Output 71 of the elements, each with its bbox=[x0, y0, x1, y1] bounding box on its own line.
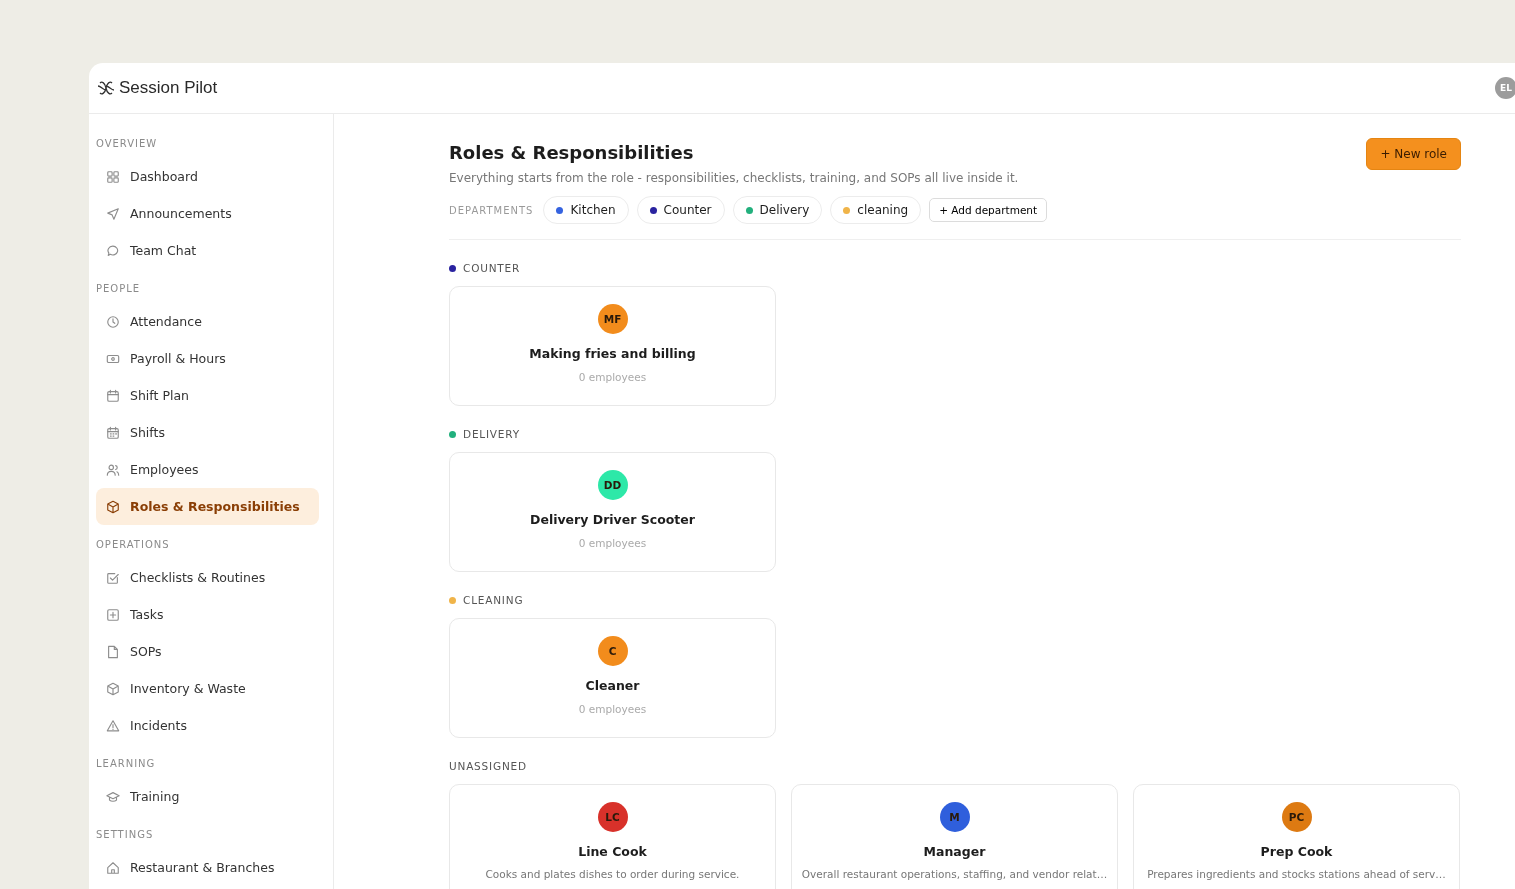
sidebar-item[interactable]: Employees bbox=[96, 451, 319, 488]
role-card[interactable]: M Manager Overall restaurant operations, staffing, and vendor relat… bbox=[791, 784, 1118, 889]
section-heading: PEOPLE bbox=[96, 282, 142, 296]
role-avatar: M bbox=[939, 802, 970, 832]
role-card[interactable]: PC Prep Cook Prepares ingredients and stocks stations ahead of serv… bbox=[1133, 784, 1460, 889]
group-heading: DELIVERY bbox=[463, 428, 520, 440]
send-icon bbox=[106, 206, 120, 221]
role-avatar: PC bbox=[1281, 802, 1312, 832]
cube-icon bbox=[106, 499, 120, 514]
role-title: Cleaner bbox=[585, 678, 640, 693]
role-avatar: DD bbox=[597, 470, 628, 500]
role-title: Line Cook bbox=[578, 844, 647, 859]
role-card[interactable]: MF Making fries and billing 0 employees bbox=[449, 286, 776, 406]
sidebar-item[interactable]: Shift Plan bbox=[96, 377, 319, 414]
graduation-cap-icon bbox=[106, 789, 120, 804]
role-description: Prepares ingredients and stocks stations ahead of serv… bbox=[1147, 868, 1446, 880]
sidebar-item[interactable]: Restaurant & Branches bbox=[96, 849, 319, 886]
new-role-button[interactable]: + New role bbox=[1366, 138, 1461, 170]
group-heading: CLEANING bbox=[463, 594, 524, 606]
plus-square-icon bbox=[106, 607, 120, 622]
calendar-icon bbox=[106, 425, 120, 440]
page-subtitle: Everything starts from the role - responsibilities, checklists, training, and SOPs all live inside it. bbox=[449, 171, 1020, 185]
role-description: Cooks and plates dishes to order during service. bbox=[485, 868, 740, 880]
section-heading: OPERATIONS bbox=[96, 538, 171, 552]
sidebar-item[interactable]: Tasks bbox=[96, 596, 319, 633]
employee-count: 0 employees bbox=[578, 537, 647, 549]
sidebar-item[interactable]: Team Chat bbox=[96, 232, 319, 269]
clock-icon bbox=[106, 314, 120, 329]
people-icon bbox=[106, 462, 120, 477]
role-avatar: LC bbox=[597, 802, 628, 832]
section-heading: SETTINGS bbox=[96, 828, 155, 842]
group-heading: UNASSIGNED bbox=[449, 760, 527, 772]
role-description: Overall restaurant operations, staffing, and vendor relat… bbox=[801, 868, 1108, 880]
section-heading: LEARNING bbox=[96, 757, 157, 771]
departments-label: DEPARTMENTS bbox=[449, 204, 534, 216]
role-card[interactable]: C Cleaner 0 employees bbox=[449, 618, 776, 738]
app-name: Session Pilot bbox=[119, 78, 218, 98]
sidebar-item[interactable]: Training bbox=[96, 778, 319, 815]
calendar-icon bbox=[106, 388, 120, 403]
add-department-button[interactable]: + Add department bbox=[929, 198, 1048, 222]
document-icon bbox=[106, 644, 120, 659]
sidebar-item[interactable]: Payroll & Hours bbox=[96, 340, 319, 377]
employee-count: 0 employees bbox=[578, 371, 647, 383]
role-card[interactable]: DD Delivery Driver Scooter 0 employees bbox=[449, 452, 776, 572]
sidebar-item[interactable]: Roles & Responsibilities bbox=[96, 488, 319, 525]
role-avatar: C bbox=[597, 636, 628, 666]
sidebar-item[interactable]: SOPs bbox=[96, 633, 319, 670]
sidebar-item[interactable]: Dashboard bbox=[96, 158, 319, 195]
sidebar-item[interactable]: Incidents bbox=[96, 707, 319, 744]
sidebar-item[interactable]: Inventory & Waste bbox=[96, 670, 319, 707]
checkbox-icon bbox=[106, 570, 120, 585]
page-title: Roles & Responsibilities bbox=[449, 142, 695, 163]
sidebar-item[interactable]: Checklists & Routines bbox=[96, 559, 319, 596]
section-heading: OVERVIEW bbox=[96, 137, 159, 151]
role-card[interactable]: LC Line Cook Cooks and plates dishes to order during service. bbox=[449, 784, 776, 889]
chat-bubble-icon bbox=[106, 243, 120, 258]
role-title: Making fries and billing bbox=[529, 346, 696, 361]
role-title: Manager bbox=[923, 844, 986, 859]
sidebar-item[interactable]: Attendance bbox=[96, 303, 319, 340]
grid-icon bbox=[106, 169, 120, 184]
sidebar-item[interactable]: Announcements bbox=[96, 195, 319, 232]
employee-count: 0 employees bbox=[578, 703, 647, 715]
warning-icon bbox=[106, 718, 120, 733]
sidebar-item[interactable]: Shifts bbox=[96, 414, 319, 451]
role-avatar: MF bbox=[597, 304, 628, 334]
house-icon bbox=[106, 860, 120, 875]
logo-icon bbox=[97, 80, 115, 96]
role-title: Prep Cook bbox=[1260, 844, 1333, 859]
group-heading: COUNTER bbox=[463, 262, 521, 274]
role-title: Delivery Driver Scooter bbox=[530, 512, 695, 527]
cube-icon bbox=[106, 681, 120, 696]
